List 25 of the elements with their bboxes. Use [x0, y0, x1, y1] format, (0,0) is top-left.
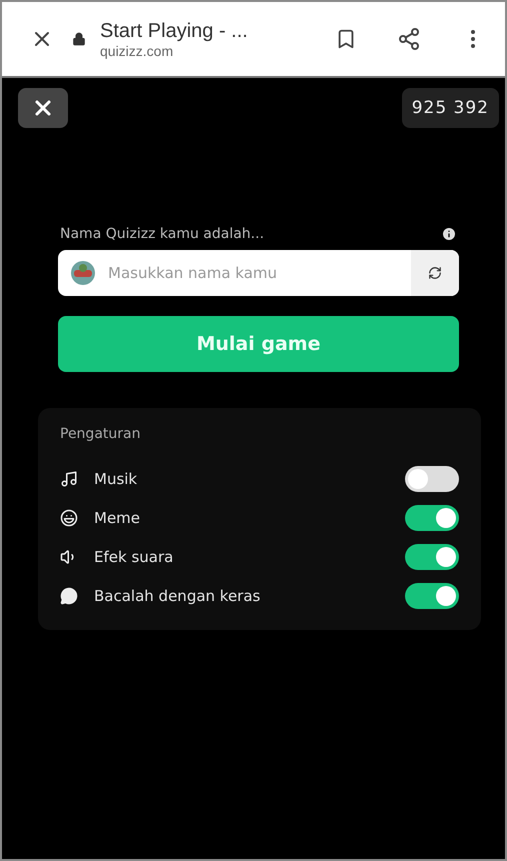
avatar-icon	[70, 260, 96, 286]
lock-icon	[72, 32, 86, 46]
info-icon[interactable]	[441, 226, 457, 242]
name-input[interactable]: Masukkan nama kamu	[96, 264, 411, 282]
refresh-icon	[428, 266, 442, 280]
setting-label: Meme	[94, 508, 142, 526]
toggle-switch[interactable]	[405, 582, 459, 608]
speech-bubble-icon	[60, 586, 78, 604]
game-code: 925 392	[402, 88, 499, 128]
music-note-icon	[60, 470, 78, 488]
start-button[interactable]: Mulai game	[58, 316, 459, 372]
page-url: quizizz.com	[100, 42, 174, 58]
page-title: Start Playing - ...	[100, 20, 249, 42]
setting-label: Bacalah dengan keras	[94, 586, 262, 604]
settings-title: Pengaturan	[60, 426, 142, 442]
refresh-button[interactable]	[411, 250, 459, 296]
setting-label: Efek suara	[94, 548, 174, 566]
name-label: Nama Quizizz kamu adalah...	[60, 226, 264, 242]
setting-label: Musik	[94, 470, 138, 488]
toggle-switch[interactable]	[405, 544, 459, 570]
laughing-face-icon	[60, 508, 78, 526]
toggle-switch[interactable]	[405, 504, 459, 530]
toggle-switch[interactable]	[405, 466, 459, 492]
name-field[interactable]: Masukkan nama kamu	[58, 250, 459, 296]
close-button[interactable]	[18, 88, 68, 128]
